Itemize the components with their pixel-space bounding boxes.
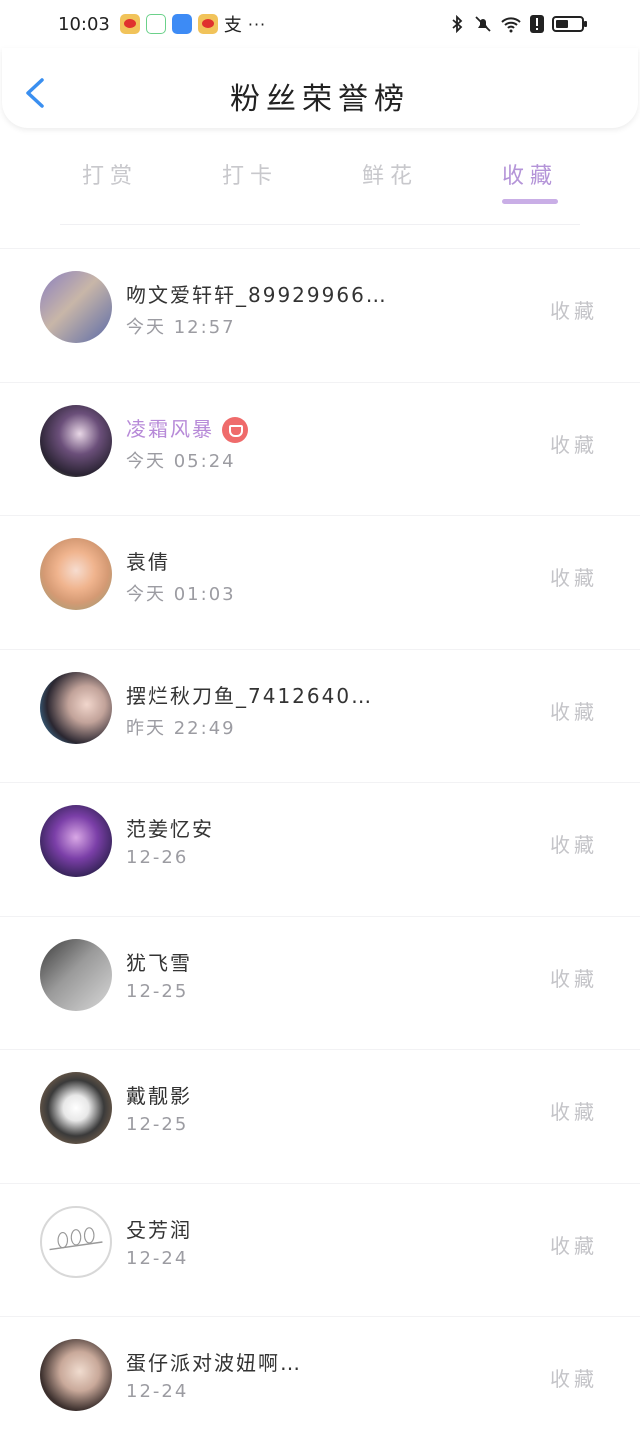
page-title: 粉丝荣誉榜 <box>230 82 410 117</box>
avatar[interactable] <box>40 938 112 1011</box>
alert-icon <box>530 15 544 33</box>
more-notifications: ··· <box>247 14 267 34</box>
bluetooth-icon <box>452 15 463 33</box>
action-label: 收藏 <box>550 699 598 724</box>
avatar[interactable] <box>40 671 112 744</box>
alipay-icon: 支 <box>223 15 242 36</box>
list-item[interactable]: 范姜忆安 12-26 收藏 <box>0 782 640 916</box>
fan-time: 12-25 <box>126 980 189 1002</box>
fan-name: 袁倩 <box>126 550 170 574</box>
list-item[interactable]: 摆烂秋刀鱼_7412640… 昨天 22:49 收藏 <box>0 648 640 783</box>
mute-icon <box>475 16 491 32</box>
action-label: 收藏 <box>550 1100 598 1124</box>
fan-time: 今天 12:57 <box>126 317 236 338</box>
fan-time: 今天 05:24 <box>126 450 236 472</box>
fan-name: 吻文爱轩轩_89929966… <box>126 283 388 307</box>
fan-time: 12-24 <box>126 1381 189 1402</box>
list-item[interactable]: 袁倩 今天 01:03 收藏 <box>0 515 640 649</box>
status-time: 10:03 <box>58 13 110 35</box>
avatar[interactable] <box>40 805 112 877</box>
list-item[interactable]: 戴靓影 12-25 收藏 <box>0 1049 640 1183</box>
battery-icon <box>552 16 587 32</box>
wifi-icon <box>501 17 521 33</box>
fan-name: 戴靓影 <box>126 1084 192 1108</box>
action-label: 收藏 <box>550 966 598 991</box>
action-label: 收藏 <box>550 1233 598 1258</box>
tab-bar: 打赏 打卡 鲜花 收藏 <box>40 150 600 206</box>
list-item[interactable]: 犹飞雪 12-25 收藏 <box>0 915 640 1050</box>
avatar[interactable] <box>40 271 112 343</box>
avatar[interactable] <box>40 538 112 610</box>
list-item[interactable]: 殳芳润 12-24 收藏 <box>0 1182 640 1317</box>
action-label: 收藏 <box>550 299 598 323</box>
status-bar: 10:03 支 ··· <box>0 0 640 48</box>
chat-app-icon <box>145 14 166 34</box>
action-label: 收藏 <box>550 432 598 457</box>
fan-time: 12-26 <box>126 847 189 868</box>
fan-name: 殳芳润 <box>126 1217 192 1242</box>
tab-favorites[interactable]: 收藏 <box>460 150 600 206</box>
avatar[interactable] <box>40 404 112 477</box>
weibo-icon <box>119 14 140 34</box>
fan-time: 12-24 <box>126 1247 189 1269</box>
fan-name: 摆烂秋刀鱼_7412640… <box>126 683 374 708</box>
fan-name: 蛋仔派对波妞啊… <box>126 1351 302 1375</box>
header-bar: 粉丝荣誉榜 <box>2 48 638 128</box>
tab-flowers[interactable]: 鲜花 <box>320 150 460 206</box>
fan-time: 昨天 22:49 <box>126 717 236 739</box>
fan-name-row: 凌霜风暴 <box>126 413 248 443</box>
fan-name: 范姜忆安 <box>126 817 214 841</box>
birds-sketch-icon <box>49 1226 103 1250</box>
action-label: 收藏 <box>550 833 598 857</box>
weibo-icon <box>197 14 218 34</box>
list-item[interactable]: 蛋仔派对波妞啊… 12-24 收藏 <box>0 1316 640 1450</box>
tab-checkin[interactable]: 打卡 <box>180 150 320 206</box>
avatar[interactable] <box>40 1339 112 1411</box>
list-item[interactable]: 吻文爱轩轩_89929966… 今天 12:57 收藏 <box>0 248 640 382</box>
divider <box>60 224 580 225</box>
fan-time: 今天 01:03 <box>126 584 236 605</box>
tab-reward[interactable]: 打赏 <box>40 150 180 206</box>
fan-time: 12-25 <box>126 1114 189 1135</box>
cloud-icon <box>171 14 192 34</box>
fan-list: 吻文爱轩轩_89929966… 今天 12:57 收藏 凌霜风暴 今天 05:2… <box>0 248 640 1450</box>
list-item[interactable]: 凌霜风暴 今天 05:24 收藏 <box>0 381 640 516</box>
avatar[interactable] <box>40 1072 112 1144</box>
avatar[interactable] <box>40 1205 112 1278</box>
action-label: 收藏 <box>550 1367 598 1391</box>
diamond-badge-icon <box>222 417 248 443</box>
fan-name: 凌霜风暴 <box>126 416 214 441</box>
fan-name: 犹飞雪 <box>126 950 192 975</box>
action-label: 收藏 <box>550 566 598 590</box>
